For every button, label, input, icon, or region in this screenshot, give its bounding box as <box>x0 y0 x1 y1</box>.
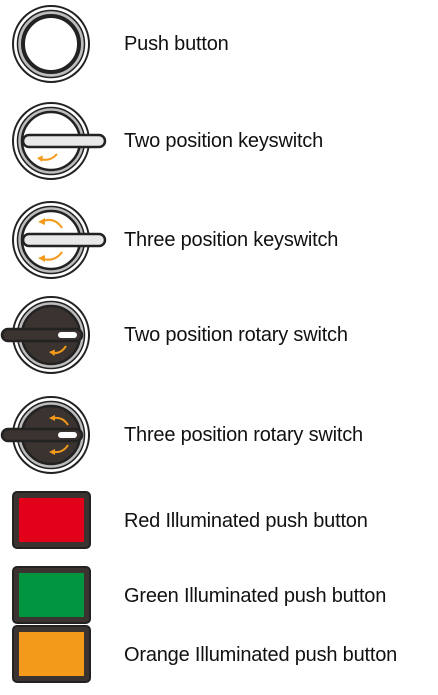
push-button-icon <box>0 4 110 84</box>
legend-label: Three position keyswitch <box>124 229 339 251</box>
legend-row-three-position-rotary-switch: Three position rotary switch <box>0 395 438 475</box>
legend-row-two-position-rotary-switch: Two position rotary switch <box>0 295 438 375</box>
legend-row-two-position-keyswitch: Two position keyswitch <box>0 101 438 181</box>
orange-illuminated-button-icon <box>0 615 110 695</box>
two-position-keyswitch-icon <box>0 101 110 181</box>
legend-row-red-illuminated-button: Red Illuminated push button <box>0 481 438 561</box>
legend-label: Three position rotary switch <box>124 424 363 446</box>
legend-label: Red Illuminated push button <box>124 510 368 532</box>
two-position-rotary-switch-icon <box>0 295 110 375</box>
legend-label: Two position keyswitch <box>124 130 324 152</box>
legend-row-push-button: Push button <box>0 4 438 84</box>
three-position-keyswitch-icon <box>0 200 110 280</box>
legend-label: Two position rotary switch <box>124 324 348 346</box>
three-position-rotary-switch-icon <box>0 395 110 475</box>
legend-label: Push button <box>124 33 229 55</box>
legend-row-orange-illuminated-button: Orange Illuminated push button <box>0 615 438 695</box>
legend-row-three-position-keyswitch: Three position keyswitch <box>0 200 438 280</box>
legend-label: Orange Illuminated push button <box>124 644 398 666</box>
red-illuminated-button-icon <box>0 481 110 561</box>
